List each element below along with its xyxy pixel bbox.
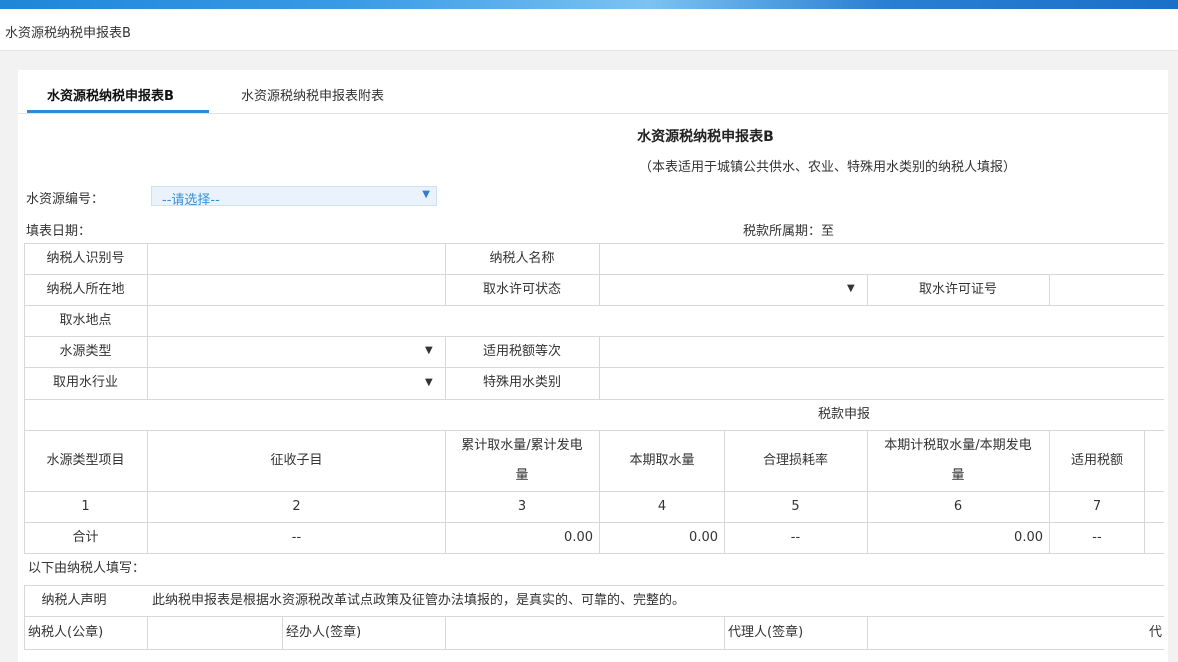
breadcrumb: 水资源税纳税申报表B	[5, 26, 131, 41]
taxpayer-address-field[interactable]	[148, 274, 445, 305]
total-current-intake: 0.00	[689, 529, 718, 545]
form-title: 水资源税纳税申报表B	[637, 129, 774, 145]
header-cumulative: 累计取水量/累计发电 量	[445, 430, 599, 491]
header-sub-item: 征收子目	[270, 452, 323, 468]
index-cell: 3	[517, 498, 527, 514]
header-loss-rate: 合理损耗率	[762, 452, 828, 468]
intake-location-label: 取水地点	[59, 312, 112, 328]
index-cell: 1	[81, 498, 90, 514]
statement-label: 纳税人声明	[41, 592, 107, 608]
index-cell: 2	[292, 498, 301, 514]
tab-declaration-b[interactable]: 水资源税纳税申报表B	[47, 85, 174, 104]
permit-no-label: 取水许可证号	[918, 281, 997, 297]
water-source-type-label: 水源类型	[59, 343, 112, 359]
total-cumulative: 0.00	[564, 529, 593, 545]
triangle-down-icon: ▼	[422, 189, 430, 200]
tax-period-label: 税款所属期：至	[743, 224, 835, 239]
special-category-label: 特殊用水类别	[482, 375, 561, 390]
statement-text: 此纳税申报表是根据水资源税改革试点政策及征管办法填报的，是真实的、可靠的、完整的…	[152, 592, 686, 608]
taxpayer-address-label: 纳税人所在地	[46, 281, 125, 297]
tax-grade-label: 适用税额等次	[482, 343, 561, 359]
handler-label: 经办人(签章)	[286, 624, 362, 640]
index-cell: 5	[791, 498, 800, 514]
top-banner	[0, 0, 1178, 9]
breadcrumb-bar: 水资源税纳税申报表B	[0, 9, 1178, 51]
fill-date-label: 填表日期：	[26, 224, 92, 239]
active-tab-indicator	[27, 110, 209, 113]
total-tax-rate: --	[1092, 529, 1102, 545]
resource-no-label: 水资源编号：	[26, 192, 105, 207]
taxpayer-name-label: 纳税人名称	[489, 250, 555, 266]
header-tax-rate: 适用税额	[1070, 452, 1123, 468]
intake-location-field[interactable]	[148, 305, 1164, 336]
total-taxable-intake: 0.00	[1014, 529, 1043, 545]
header-cumulative-line2: 量	[515, 467, 529, 483]
header-taxable-line1: 本期计税取水量/本期发电	[884, 437, 1032, 453]
index-cell: 6	[953, 498, 963, 514]
index-cell: 7	[1092, 498, 1102, 514]
header-current-intake: 本期取水量	[629, 452, 695, 468]
taxpayer-name-field[interactable]	[600, 243, 1164, 274]
special-category-field[interactable]	[600, 367, 1164, 399]
water-source-type-select[interactable]	[148, 336, 445, 367]
permit-status-select[interactable]	[600, 274, 867, 305]
header-source-item: 水源类型项目	[46, 452, 125, 468]
header-taxable-intake: 本期计税取水量/本期发电 量	[867, 430, 1049, 491]
taxpayer-seal-field[interactable]	[148, 616, 282, 649]
tax-section-title: 税款申报	[817, 406, 870, 422]
resource-no-select[interactable]: --请选择-- ▼	[151, 186, 437, 208]
total-sub-item: --	[291, 529, 302, 545]
taxpayer-seal-label: 纳税人(公章)	[28, 624, 104, 640]
triangle-down-icon: ▼	[847, 283, 855, 294]
tax-grade-field[interactable]	[600, 336, 1164, 367]
tab-declaration-attachment[interactable]: 水资源税纳税申报表附表	[241, 85, 384, 104]
index-cell: 4	[657, 498, 667, 514]
header-taxable-line2: 量	[951, 467, 965, 483]
total-label: 合计	[72, 529, 99, 545]
form-panel: 水资源税纳税申报表B 水资源税纳税申报表附表 水资源税纳税申报表B （本表适用于…	[18, 70, 1168, 662]
permit-status-label: 取水许可状态	[482, 281, 561, 297]
agent-label: 代理人(签章)	[728, 624, 804, 640]
form-subtitle: （本表适用于城镇公共供水、农业、特殊用水类别的纳税人填报）	[639, 160, 1017, 175]
industry-label: 取用水行业	[52, 375, 118, 390]
header-cumulative-line1: 累计取水量/累计发电	[461, 437, 583, 453]
taxpayer-id-label: 纳税人识别号	[46, 250, 125, 266]
permit-no-field[interactable]	[1050, 274, 1164, 305]
triangle-down-icon: ▼	[425, 345, 433, 356]
tab-bar: 水资源税纳税申报表B 水资源税纳税申报表附表	[18, 70, 1168, 114]
triangle-down-icon: ▼	[425, 377, 433, 388]
fill-note: 以下由纳税人填写：	[28, 561, 146, 576]
taxpayer-id-field[interactable]	[148, 243, 445, 274]
agent-cut-label: 代	[1149, 624, 1163, 640]
resource-no-placeholder: --请选择--	[162, 193, 220, 208]
agent-field[interactable]	[867, 616, 1149, 649]
industry-select[interactable]	[148, 367, 445, 399]
handler-field[interactable]	[445, 616, 724, 649]
total-loss-rate: --	[790, 529, 801, 545]
